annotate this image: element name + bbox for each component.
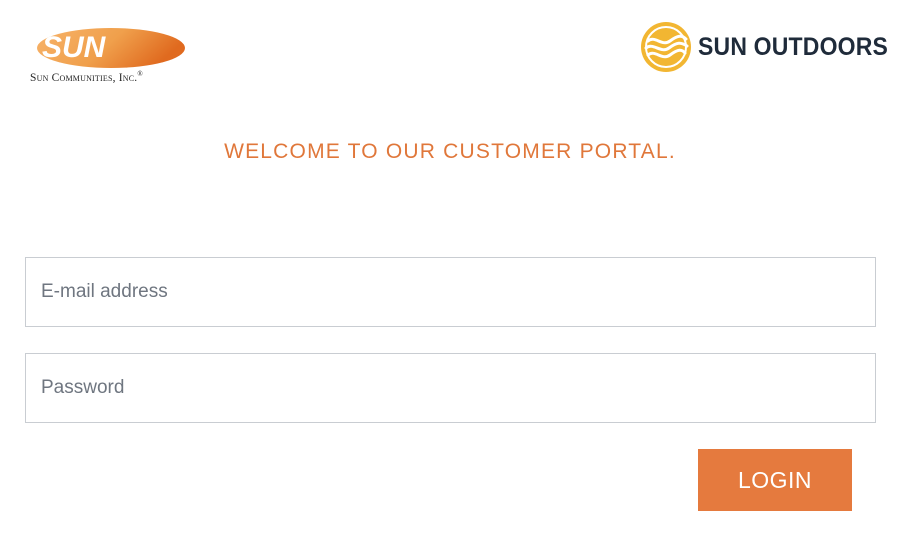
login-button[interactable]: LOGIN (698, 449, 852, 511)
sun-logo-mark: SUN (37, 28, 185, 68)
password-field[interactable] (25, 353, 876, 423)
welcome-heading: WELCOME TO OUR CUSTOMER PORTAL. (224, 140, 676, 163)
sun-communities-subtitle: Sun Communities, Inc.® (30, 70, 143, 84)
sun-outdoors-emblem-icon (641, 22, 691, 72)
email-field[interactable] (25, 257, 876, 327)
sun-wordmark: SUN (42, 31, 107, 64)
sun-outdoors-logo: SUN OUTDOORS (640, 20, 900, 74)
sun-outdoors-wordmark: SUN OUTDOORS (698, 32, 889, 61)
sun-communities-logo: SUN Sun Communities, Inc.® (28, 26, 200, 86)
